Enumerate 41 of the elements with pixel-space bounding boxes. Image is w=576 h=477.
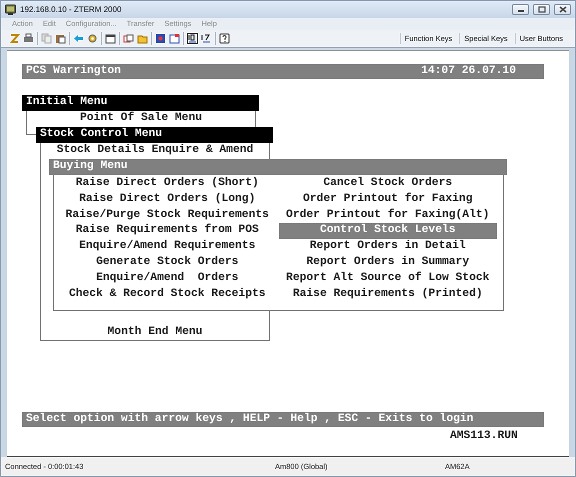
- menu-option[interactable]: Point Of Sale Menu: [27, 111, 255, 126]
- window-icon[interactable]: [169, 33, 180, 44]
- menu-option[interactable]: Check & Record Stock Receipts: [58, 286, 276, 302]
- help-icon[interactable]: [219, 33, 230, 44]
- menu-option[interactable]: Report Alt Source of Low Stock: [278, 270, 497, 287]
- menu-title: Buying Menu: [49, 159, 507, 175]
- menu-option[interactable]: Order Printout for Faxing: [278, 192, 497, 208]
- paste-icon[interactable]: [55, 33, 66, 44]
- menu-option[interactable]: Raise/Purge Stock Requirements: [58, 208, 276, 224]
- header-datetime: 14:07 26.07.10: [421, 64, 516, 79]
- menu-option[interactable]: Enquire/Amend Requirements: [58, 239, 276, 255]
- menu-option[interactable]: Raise Direct Orders (Long): [58, 192, 276, 208]
- left-arrow-icon[interactable]: [73, 33, 84, 44]
- menu-title: Stock Control Menu: [36, 127, 273, 143]
- maximize-button[interactable]: [533, 4, 550, 15]
- menu-title: Initial Menu: [22, 95, 259, 111]
- window-icon[interactable]: [105, 33, 116, 44]
- menu-option[interactable]: Raise Requirements (Printed): [278, 286, 497, 302]
- menu-option[interactable]: Stock Details Enquire & Amend: [41, 143, 269, 158]
- maximize-icon: [538, 6, 546, 13]
- menu-option[interactable]: Generate Stock Orders: [58, 254, 276, 271]
- pages-icon[interactable]: [123, 33, 134, 44]
- menu-option[interactable]: Month End Menu: [41, 325, 269, 340]
- terminal-icon: [5, 4, 16, 15]
- close-button[interactable]: [554, 4, 571, 15]
- menu-option[interactable]: Report Orders in Summary: [278, 254, 497, 271]
- window-title: 192.168.0.10 - ZTERM 2000: [20, 4, 122, 16]
- menu-option[interactable]: Control Stock Levels: [278, 223, 497, 240]
- printer-icon[interactable]: [23, 33, 34, 44]
- menu-option[interactable]: Cancel Stock Orders: [278, 176, 497, 192]
- menu-option[interactable]: Report Orders in Detail: [278, 239, 497, 255]
- menu-option[interactable]: Order Printout for Faxing(Alt): [278, 208, 497, 224]
- menu-option[interactable]: Raise Requirements from POS: [58, 223, 276, 240]
- minimize-button[interactable]: [512, 4, 529, 15]
- menu-option[interactable]: Raise Direct Orders (Short): [58, 176, 276, 192]
- folder-icon[interactable]: [137, 33, 148, 44]
- close-icon: [558, 6, 566, 13]
- program-name: AMS113.RUN: [450, 429, 518, 444]
- prompt-bar: Select option with arrow keys , HELP - Help , ESC - Exits to login: [22, 412, 544, 427]
- header-title: PCS Warrington: [26, 64, 121, 79]
- menu-option[interactable]: Enquire/Amend Orders: [58, 270, 276, 287]
